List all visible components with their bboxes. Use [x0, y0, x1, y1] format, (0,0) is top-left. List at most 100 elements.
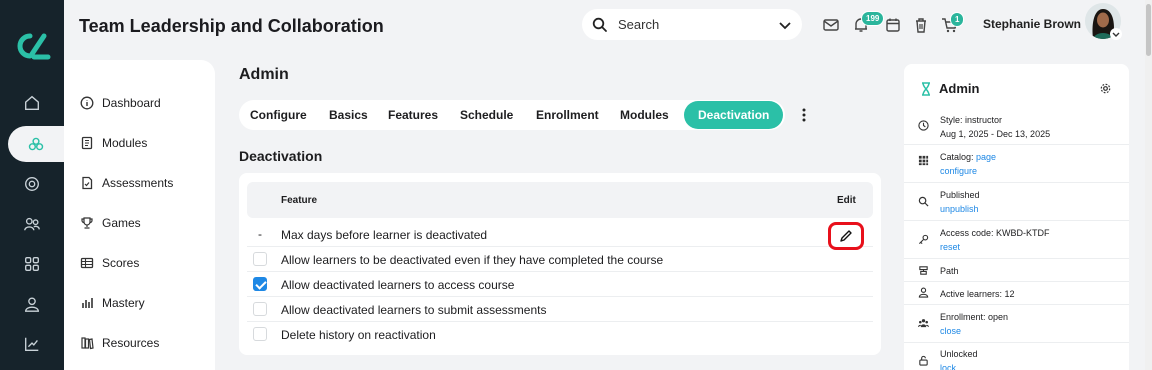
scrollbar-thumb[interactable]: [1146, 4, 1151, 56]
doc-check-icon: [82, 176, 93, 190]
table-row: Allow learners to be deactivated even if…: [247, 248, 873, 272]
page-scrollbar[interactable]: [1145, 0, 1152, 370]
trash-icon[interactable]: [912, 16, 930, 34]
bar-chart-icon: [82, 298, 93, 308]
path-icon: [919, 266, 928, 275]
tab-modules[interactable]: Modules: [620, 100, 669, 130]
search-input[interactable]: [618, 17, 768, 32]
rail-courses-icon[interactable]: [8, 126, 64, 162]
tab-basics[interactable]: Basics: [329, 100, 368, 130]
checkbox-checked[interactable]: [253, 277, 267, 291]
search-icon: [592, 17, 607, 32]
panel-item-dates: Aug 1, 2025 - Dec 13, 2025: [940, 129, 1051, 139]
sidebar-item-resources[interactable]: Resources: [80, 336, 159, 350]
app-logo[interactable]: [12, 30, 52, 62]
cart-badge: 1: [950, 12, 965, 27]
rail-users-icon[interactable]: [0, 206, 64, 242]
clock-icon: [918, 120, 929, 131]
tab-schedule[interactable]: Schedule: [460, 100, 513, 130]
more-options-icon[interactable]: [796, 106, 812, 124]
sidebar-item-dashboard[interactable]: Dashboard: [80, 96, 161, 110]
sidebar-item-label: Assessments: [102, 176, 174, 190]
panel-item-style: Style: instructor Aug 1, 2025 - Dec 13, …: [904, 108, 1129, 145]
lock-link[interactable]: lock: [940, 363, 956, 370]
panel-item-active-learners: Active learners: 12: [904, 282, 1129, 305]
tab-enrollment[interactable]: Enrollment: [536, 100, 599, 130]
grid-icon: [918, 155, 929, 166]
sidebar-item-label: Scores: [102, 256, 140, 270]
column-header-feature: Feature: [281, 195, 318, 206]
key-icon: [918, 234, 929, 245]
row-label: Allow learners to be deactivated even if…: [281, 253, 664, 267]
page-title: Team Leadership and Collaboration: [79, 16, 384, 36]
row-label: Allow deactivated learners to access cou…: [281, 278, 515, 292]
table-row: - Max days before learner is deactivated: [247, 223, 873, 247]
rail-grid-icon[interactable]: [0, 246, 64, 282]
admin-info-panel: Admin Style: instructor Aug 1, 2025 - De…: [904, 64, 1129, 370]
search-box[interactable]: [582, 9, 802, 40]
unlock-icon: [919, 355, 928, 366]
tab-features[interactable]: Features: [388, 100, 438, 130]
panel-item-text: Catalog: page: [940, 152, 996, 162]
sidebar-item-assessments[interactable]: Assessments: [80, 176, 173, 190]
tab-deactivation[interactable]: Deactivation: [684, 101, 784, 129]
table-icon: [80, 257, 94, 269]
sidebar-item-label: Resources: [102, 336, 160, 350]
books-icon: [81, 337, 94, 350]
panel-item-lock: Unlocked lock: [904, 343, 1129, 370]
user-menu-chevron-icon[interactable]: [1110, 28, 1122, 40]
rail-target-icon[interactable]: [0, 166, 64, 202]
panel-item-text: Enrollment: open: [940, 312, 1009, 322]
close-link[interactable]: close: [940, 326, 961, 336]
sidebar-item-mastery[interactable]: Mastery: [80, 296, 145, 310]
unpublish-link[interactable]: unpublish: [940, 204, 979, 214]
sidebar-item-games[interactable]: Games: [80, 216, 141, 230]
catalog-label: Catalog:: [940, 152, 977, 162]
row-label: Max days before learner is deactivated: [281, 228, 488, 242]
checkbox[interactable]: [253, 327, 267, 341]
panel-item-text: Style: instructor: [940, 115, 1003, 125]
sidebar-item-label: Modules: [102, 136, 148, 150]
gear-icon[interactable]: [1100, 83, 1111, 94]
panel-item-published: Published unpublish: [904, 183, 1129, 221]
mail-icon[interactable]: [822, 16, 840, 34]
tab-configure[interactable]: Configure: [250, 100, 307, 130]
panel-item-text: Access code: KWBD-KTDF: [940, 228, 1050, 238]
rail-home-icon[interactable]: [0, 85, 64, 121]
chevron-down-icon[interactable]: [778, 18, 792, 32]
rail-person-icon[interactable]: [0, 286, 64, 322]
sidebar-item-scores[interactable]: Scores: [80, 256, 139, 270]
search-icon: [918, 196, 929, 207]
sidebar-item-modules[interactable]: Modules: [80, 136, 147, 150]
group-icon: [918, 319, 929, 328]
row-label: Delete history on reactivation: [281, 328, 436, 342]
top-header: Team Leadership and Collaboration 199 1 …: [64, 0, 1152, 52]
panel-item-enrollment: Enrollment: open close: [904, 305, 1129, 343]
reset-link[interactable]: reset: [940, 242, 960, 252]
row-label: Allow deactivated learners to submit ass…: [281, 303, 547, 317]
checkbox[interactable]: [253, 252, 267, 266]
panel-item-access-code: Access code: KWBD-KTDF reset: [904, 221, 1129, 259]
panel-item-catalog: Catalog: page configure: [904, 145, 1129, 183]
panel-item-text: Active learners: 12: [940, 289, 1015, 299]
table-header: Feature Edit: [247, 182, 873, 218]
sidebar-item-label: Dashboard: [102, 96, 161, 110]
deactivation-table: Feature Edit - Max days before learner i…: [239, 173, 881, 355]
configure-link[interactable]: configure: [940, 166, 977, 176]
rail-chart-icon[interactable]: [0, 326, 64, 362]
calendar-icon[interactable]: [884, 16, 902, 34]
admin-tabs: Configure Basics Features Schedule Enrol…: [239, 100, 785, 130]
notifications-badge: 199: [861, 11, 885, 26]
course-sidebar: Dashboard Modules Assessments Games Scor…: [64, 60, 215, 370]
hourglass-icon: [922, 82, 930, 96]
row-marker: -: [258, 227, 262, 241]
deactivation-title: Deactivation: [239, 148, 323, 164]
sidebar-item-label: Mastery: [102, 296, 145, 310]
info-icon: [80, 96, 94, 110]
checkbox[interactable]: [253, 302, 267, 316]
edit-button[interactable]: [828, 222, 864, 250]
user-name[interactable]: Stephanie Brown: [983, 17, 1081, 31]
catalog-page-link[interactable]: page: [976, 152, 996, 162]
section-heading-admin: Admin: [239, 66, 289, 83]
table-row: Allow deactivated learners to submit ass…: [247, 298, 873, 322]
